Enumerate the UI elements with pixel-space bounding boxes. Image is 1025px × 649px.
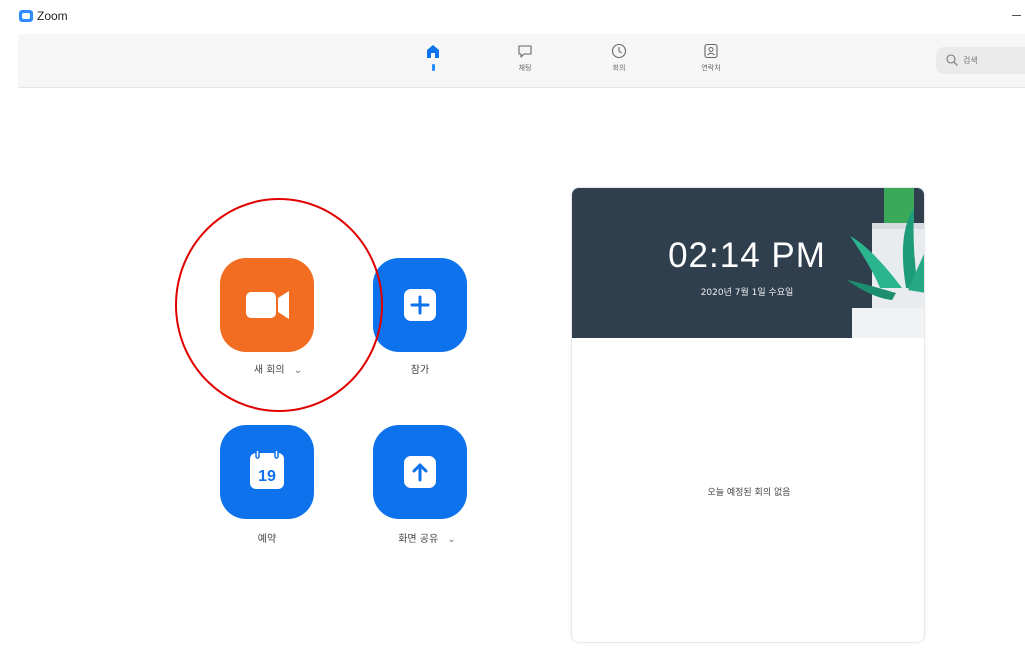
highlight-circle-annotation <box>175 198 383 412</box>
calendar-icon: 19 <box>250 449 284 489</box>
current-date: 2020년 7월 1일 수요일 <box>700 288 794 298</box>
tab-meetings-label: 회의 <box>612 64 626 72</box>
upcoming-meetings-card: 02:14 PM 2020년 7월 1일 수요일 오늘 예정된 회의 없음 <box>571 187 925 643</box>
chat-bubble-icon <box>518 45 532 58</box>
tab-home[interactable] <box>413 42 453 71</box>
top-navigation-bar: 채팅 회의 연락처 <box>18 34 1025 88</box>
current-time: 02:14 PM <box>668 236 826 275</box>
schedule-label: 예약 <box>257 534 277 545</box>
tab-meetings[interactable]: 회의 <box>599 42 639 73</box>
tab-chat[interactable]: 채팅 <box>505 42 545 73</box>
calendar-day: 19 <box>258 468 276 485</box>
schedule-button[interactable]: 19 <box>220 425 314 519</box>
clock-icon <box>611 43 627 59</box>
card-header: 02:14 PM 2020년 7월 1일 수요일 <box>572 188 924 338</box>
tab-contacts[interactable]: 연락처 <box>691 42 731 73</box>
share-screen-button[interactable] <box>373 425 467 519</box>
tab-chat-label: 채팅 <box>518 64 532 72</box>
active-tab-indicator <box>431 64 435 71</box>
chevron-down-icon[interactable]: ⌄ <box>447 534 455 545</box>
minimize-button[interactable] <box>1009 8 1025 22</box>
search-input[interactable] <box>963 52 1025 68</box>
title-bar: Zoom <box>0 0 1025 34</box>
no-meetings-message: 오늘 예정된 회의 없음 <box>707 488 791 498</box>
app-title: Zoom <box>37 9 68 23</box>
share-screen-label-row[interactable]: 화면 공유 ⌄ <box>382 530 472 545</box>
plus-icon <box>404 289 436 321</box>
share-screen-label: 화면 공유 <box>398 534 439 545</box>
home-icon <box>427 45 439 58</box>
share-up-arrow-icon <box>404 456 436 488</box>
tab-contacts-label: 연락처 <box>701 64 721 72</box>
search-icon <box>946 54 958 66</box>
search-box[interactable] <box>936 47 1025 74</box>
join-label: 참가 <box>410 365 430 376</box>
zoom-logo-icon <box>19 10 33 22</box>
join-button[interactable] <box>373 258 467 352</box>
contact-card-icon <box>704 43 718 59</box>
